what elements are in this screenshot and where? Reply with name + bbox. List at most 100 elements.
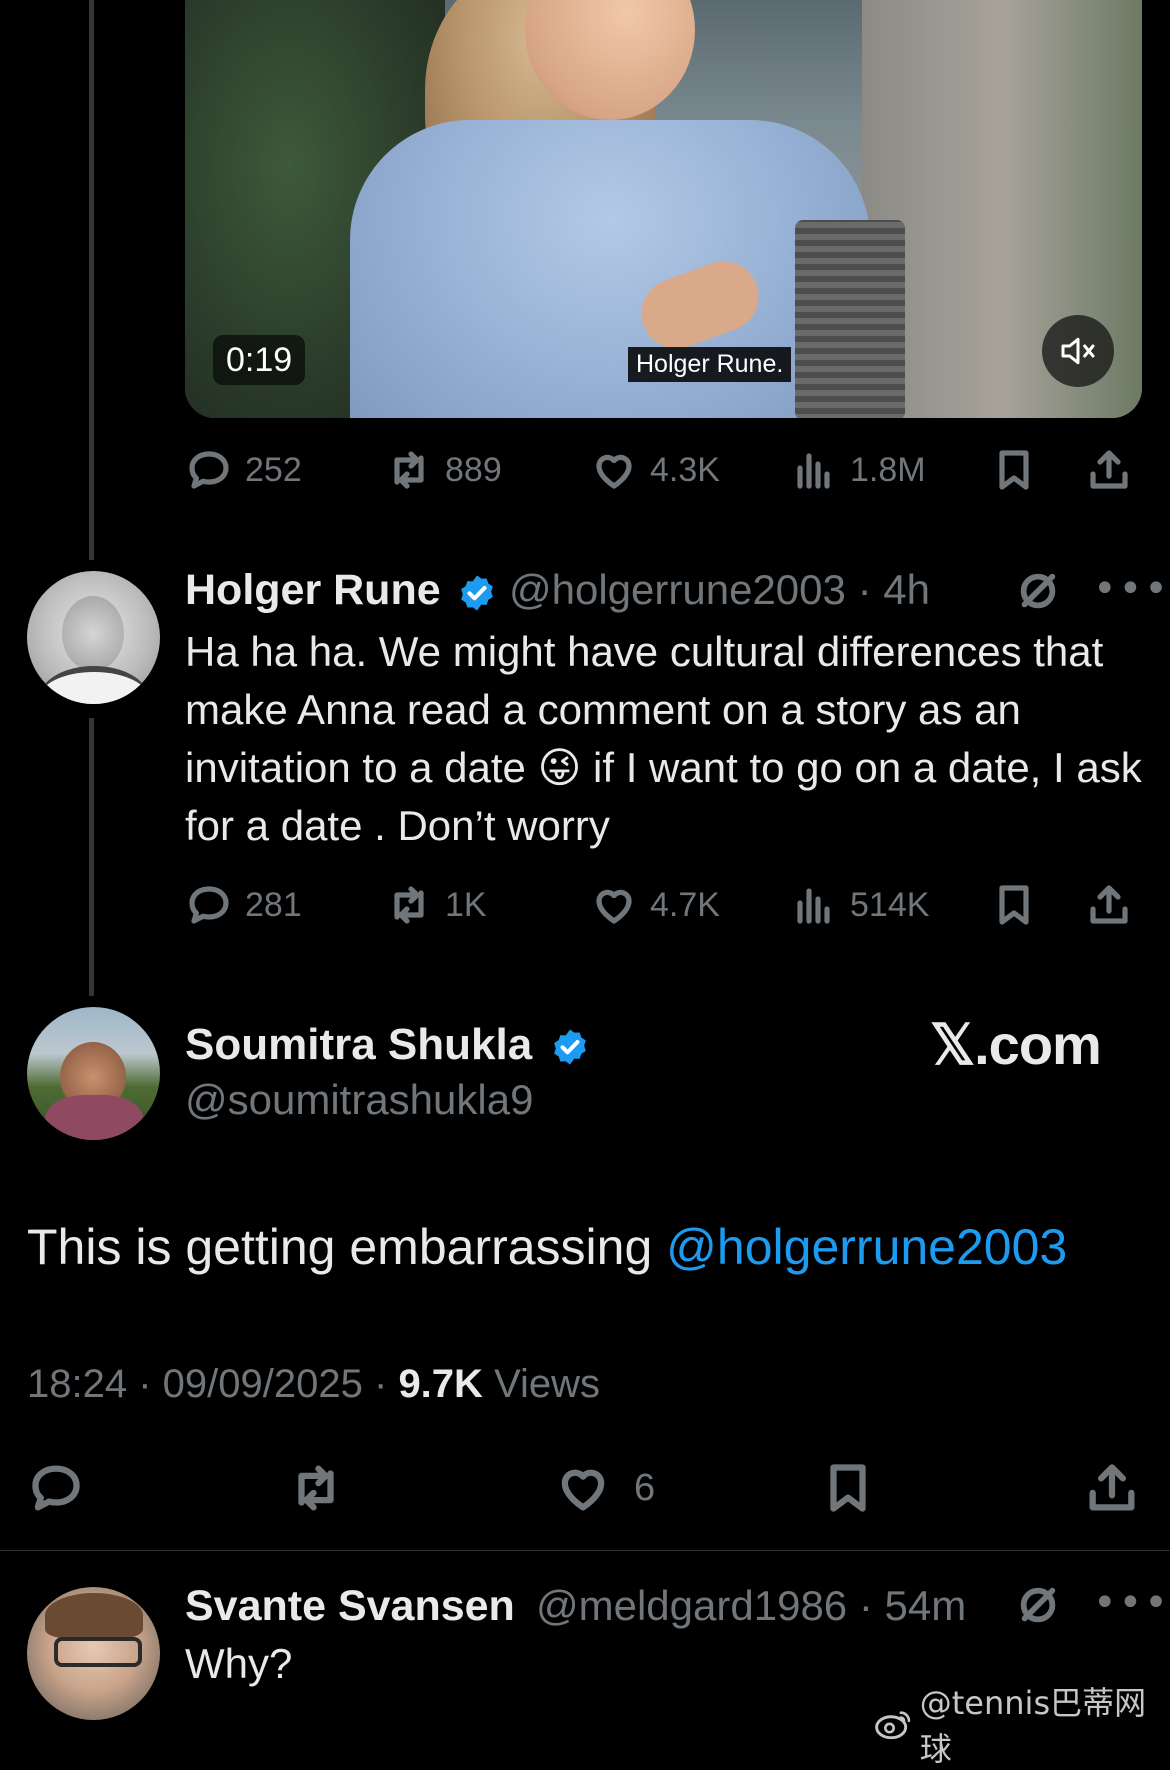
speaker-muted-icon [1061, 337, 1095, 365]
verified-badge-icon [554, 1029, 587, 1065]
author-handle-text: @holgerrune2003 [509, 566, 846, 613]
author-handle[interactable]: @meldgard1986 · 54m [536, 1582, 966, 1630]
verified-badge-icon [460, 575, 493, 611]
heart-icon [596, 454, 632, 489]
bookmark-button[interactable] [990, 875, 1038, 935]
video-frame-chair [795, 220, 905, 418]
more-options-button[interactable]: ••• [1093, 566, 1170, 612]
share-button[interactable] [1085, 875, 1133, 935]
like-count: 4.7K [650, 885, 720, 924]
avatar-glasses [54, 1637, 142, 1667]
reply-icon [189, 451, 229, 489]
bookmark-icon [999, 450, 1029, 490]
author-name[interactable]: Soumitra Shukla [185, 1020, 590, 1070]
main-tweet-text: This is getting embarrassing @holgerrune… [27, 1218, 1067, 1276]
views-count: 1.8M [850, 450, 926, 489]
like-count: 4.3K [650, 450, 720, 489]
grok-icon [1020, 1587, 1056, 1623]
repost-button[interactable]: 1K [385, 875, 487, 935]
like-button[interactable]: 4.7K [590, 875, 720, 935]
video-player[interactable]: 0:19 Holger Rune. [185, 0, 1142, 418]
avatar-svante-svansen[interactable] [27, 1587, 160, 1720]
separator-dot: · [374, 1362, 399, 1406]
author-handle-text: @meldgard1986 [536, 1582, 848, 1629]
thread-line-top [89, 0, 94, 560]
video-frame-sweater [350, 120, 870, 418]
grok-button[interactable] [1015, 1582, 1061, 1632]
watermark-text: @tennis巴蒂网球 [919, 1684, 1147, 1768]
tweet-actions-main: 6 [27, 1456, 1147, 1520]
avatar-holger-rune[interactable] [27, 571, 160, 704]
tweet-text: Ha ha ha. We might have cultural differe… [185, 623, 1145, 855]
repost-count: 889 [445, 450, 502, 489]
mention-link[interactable]: @holgerrune2003 [666, 1219, 1067, 1275]
bookmark-icon [999, 885, 1029, 925]
reply-text: Why? [185, 1640, 293, 1687]
like-button[interactable]: 4.3K [590, 440, 720, 500]
main-tweet-text-body: This is getting embarrassing [27, 1219, 667, 1275]
repost-icon [394, 451, 424, 489]
share-icon [1089, 1464, 1135, 1511]
share-icon [1090, 450, 1128, 489]
repost-button[interactable] [287, 1456, 345, 1520]
reply-icon [32, 1465, 80, 1511]
share-button[interactable] [1085, 440, 1133, 500]
bookmark-icon [830, 1464, 866, 1512]
repost-count: 1K [445, 885, 487, 924]
tweet-age: · 4h [857, 566, 930, 613]
weibo-logo-icon [875, 1711, 911, 1740]
views-button[interactable]: 1.8M [790, 440, 926, 500]
author-handle[interactable]: @holgerrune2003 · 4h [509, 566, 930, 614]
views-count: 9.7K [398, 1362, 483, 1406]
author-name-text: Holger Rune [185, 566, 441, 614]
more-options-button[interactable]: ••• [1093, 1580, 1170, 1626]
divider [0, 1550, 1170, 1551]
bookmark-button[interactable] [990, 440, 1038, 500]
views-label: Views [494, 1362, 601, 1406]
video-timecode: 0:19 [213, 335, 306, 385]
like-count: 6 [634, 1466, 656, 1509]
heart-icon [561, 1469, 605, 1511]
reply-count: 281 [245, 885, 302, 924]
tweet-age: · 54m [858, 1582, 967, 1629]
tweet-date[interactable]: 09/09/2025 [163, 1362, 363, 1406]
video-caption: Holger Rune. [628, 347, 792, 382]
like-button[interactable]: 6 [554, 1456, 655, 1520]
avatar-soumitra-shukla[interactable] [27, 1007, 160, 1140]
author-name-text: Soumitra Shukla [185, 1020, 533, 1069]
tweet-actions-video: 252 889 4.3K 1.8M [185, 440, 1135, 500]
reply-button[interactable] [27, 1456, 85, 1520]
avatar-hair [45, 1593, 143, 1638]
reply-button[interactable]: 252 [185, 440, 302, 500]
share-button[interactable] [1083, 1456, 1141, 1520]
tweet-timestamp: 18:24 · 09/09/2025 · 9.7K Views [27, 1362, 600, 1407]
repost-icon [394, 886, 424, 924]
views-button[interactable]: 514K [790, 875, 929, 935]
repost-button[interactable]: 889 [385, 440, 502, 500]
heart-icon [596, 889, 632, 924]
tweet-time[interactable]: 18:24 [27, 1362, 127, 1406]
grok-button[interactable] [1015, 568, 1061, 618]
thread-line-middle [89, 718, 94, 996]
views-chart-icon [797, 888, 830, 924]
x-com-brand: 𝕏.com [930, 1013, 1102, 1076]
views-chart-icon [797, 453, 830, 489]
bookmark-button[interactable] [819, 1456, 877, 1520]
separator-dot: · [138, 1362, 163, 1406]
author-name[interactable]: Holger Rune [185, 566, 497, 615]
watermark: @tennis巴蒂网球 [875, 1678, 1170, 1770]
reply-icon [189, 886, 229, 924]
reply-button[interactable]: 281 [185, 875, 302, 935]
views-count: 514K [850, 885, 930, 924]
grok-icon [1020, 573, 1056, 609]
avatar-shirt [39, 666, 149, 704]
mute-button[interactable] [1042, 315, 1114, 387]
avatar-face [62, 596, 124, 671]
author-name[interactable]: Svante Svansen [185, 1582, 515, 1631]
share-icon [1090, 885, 1128, 924]
author-handle[interactable]: @soumitrashukla9 [185, 1076, 533, 1124]
avatar-shirt [45, 1095, 143, 1140]
wink-tongue-emoji: 😜 [537, 743, 582, 792]
reply-count: 252 [245, 450, 302, 489]
tweet-actions-holger: 281 1K 4.7K 514K [185, 875, 1135, 935]
